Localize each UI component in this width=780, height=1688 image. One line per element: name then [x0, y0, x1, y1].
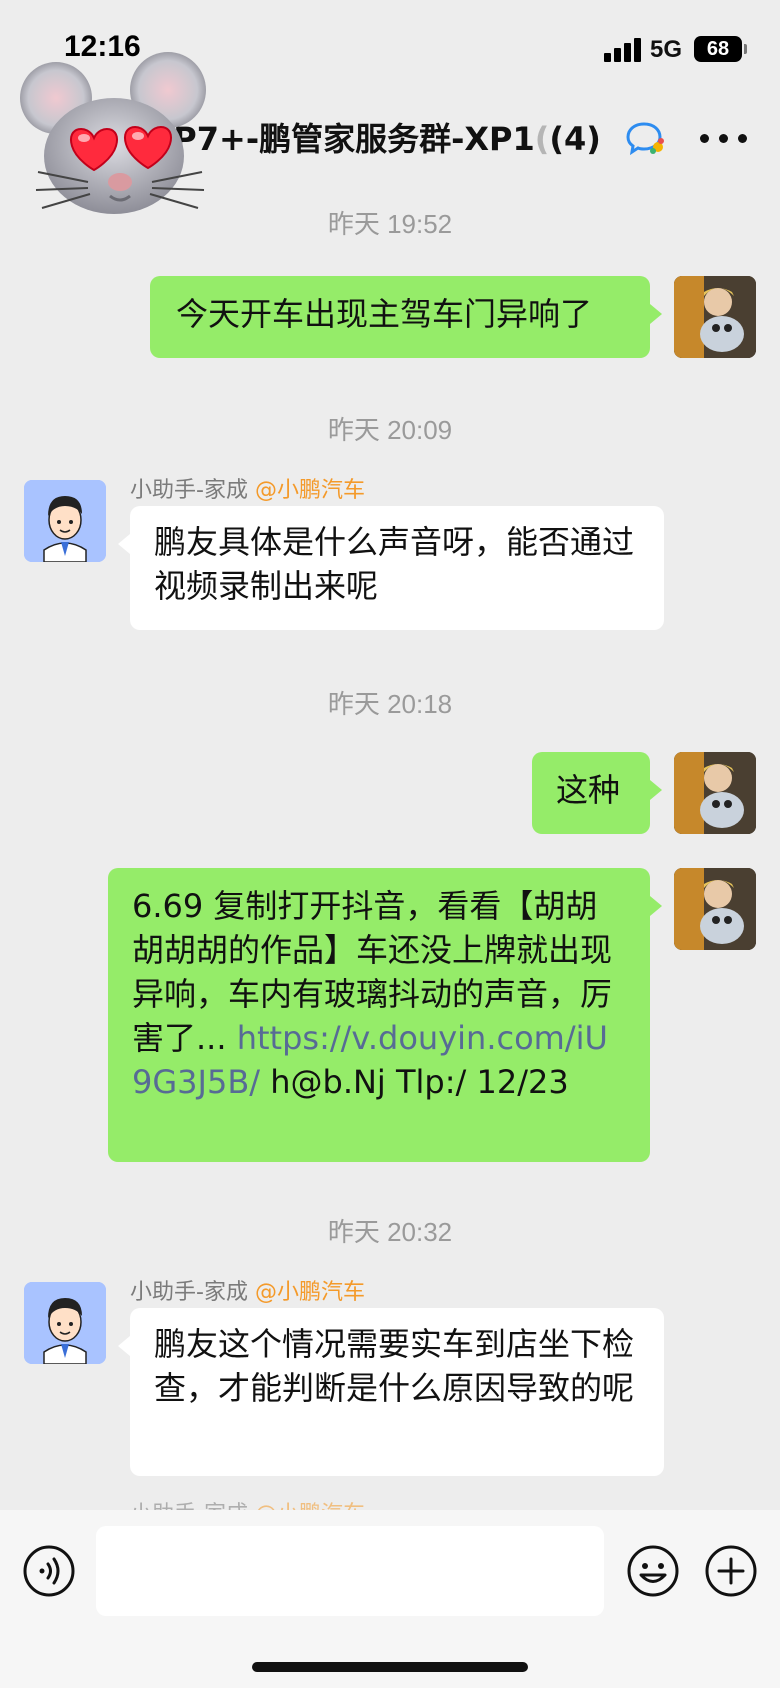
chat-title-text: -P7+-鹏管家服务群-XP1: [160, 120, 535, 158]
message-suffix: h@b.Nj Tlp:/ 12/23: [260, 1063, 569, 1101]
sender-name: 小助手-家成: [130, 1280, 248, 1305]
sender-org: @小鹏汽车: [255, 1502, 365, 1510]
sender-label-partial: 小助手-家成 @小鹏汽车: [130, 1496, 365, 1510]
message-bubble-self-link[interactable]: 6.69 复制打开抖音，看看【胡胡胡胡胡的作品】车还没上牌就出现异响，车内有玻璃…: [108, 868, 662, 1162]
sender-label: 小助手-家成 @小鹏汽车: [130, 472, 365, 504]
input-bar: [0, 1510, 780, 1688]
self-avatar[interactable]: [674, 752, 756, 834]
more-icon[interactable]: [700, 134, 748, 146]
member-count: (4): [549, 120, 601, 158]
network-label: 5G: [650, 36, 683, 63]
voice-icon[interactable]: [22, 1544, 76, 1598]
timestamp: 昨天 20:32: [327, 1217, 453, 1247]
avatar-image: [674, 868, 756, 950]
sender-name: 小助手-家成: [130, 478, 248, 503]
chat-area[interactable]: 昨天 19:52 今天开车出现主驾车门异响了 昨天 20:09 小助手-家成 @…: [0, 184, 780, 1510]
agent-avatar[interactable]: [24, 1282, 106, 1364]
message-input[interactable]: [96, 1526, 604, 1616]
agent-avatar[interactable]: [24, 480, 106, 562]
message-bubble-agent[interactable]: 鹏友这个情况需要实车到店坐下检查，才能判断是什么原因导致的呢: [118, 1308, 664, 1476]
sender-label: 小助手-家成 @小鹏汽车: [130, 1274, 365, 1306]
signal-icon: [604, 36, 642, 62]
message-bubble-self[interactable]: 这种: [532, 752, 662, 834]
wecom-icon: [626, 122, 664, 156]
self-avatar[interactable]: [674, 276, 756, 358]
chat-title[interactable]: -P7+-鹏管家服务群-XP1((4): [160, 114, 601, 160]
avatar-image: [24, 480, 106, 562]
avatar-image: [674, 276, 756, 358]
sender-org: @小鹏汽车: [254, 1280, 365, 1305]
timestamp: 昨天 20:18: [327, 689, 453, 719]
battery-icon: 68: [694, 36, 747, 62]
avatar-image: [24, 1282, 106, 1364]
message-bubble-self[interactable]: 今天开车出现主驾车门异响了: [150, 276, 662, 358]
home-indicator[interactable]: [252, 1662, 528, 1672]
sender-name: 小助手-家成: [130, 1502, 248, 1510]
message-bubble-agent[interactable]: 鹏友具体是什么声音呀，能否通过视频录制出来呢: [118, 506, 664, 630]
emoji-icon[interactable]: [626, 1544, 680, 1598]
avatar-image: [674, 752, 756, 834]
plus-icon[interactable]: [704, 1544, 758, 1598]
self-avatar[interactable]: [674, 868, 756, 950]
timestamp: 昨天 20:09: [327, 415, 453, 445]
chat-title-overlap: (: [534, 120, 550, 158]
sender-org: @小鹏汽车: [254, 478, 365, 503]
timestamp: 昨天 19:52: [327, 209, 453, 239]
